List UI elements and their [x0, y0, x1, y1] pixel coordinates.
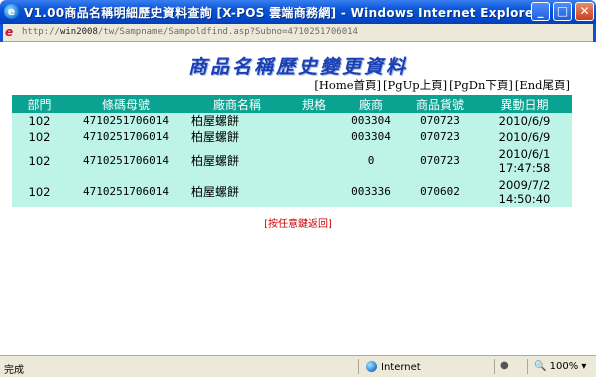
cell-date-time: 17:47:58	[498, 160, 551, 175]
cell-item: 070723	[403, 113, 477, 129]
zone-label: Internet	[381, 362, 421, 373]
url-prefix: http://	[22, 27, 60, 37]
cell-spec	[289, 176, 339, 207]
page-icon: e	[5, 25, 14, 39]
cell-dept: 102	[12, 176, 67, 207]
pagination-links: [Home首頁] [PgUp上頁] [PgDn下頁] [End尾頁]	[312, 77, 570, 93]
table-row: 102 4710251706014 柏屋螺餅 003336 070602 200…	[12, 176, 572, 207]
cell-item: 070602	[403, 176, 477, 207]
cell-barcode: 4710251706014	[67, 113, 185, 129]
back-link[interactable]: [按任意鍵返回]	[0, 215, 596, 230]
table-row: 102 4710251706014 柏屋螺餅 003304 070723 201…	[12, 113, 572, 129]
header-barcode: 條碼母號	[67, 95, 185, 113]
table-row: 102 4710251706014 柏屋螺餅 0 070723 2010/6/1…	[12, 145, 572, 176]
url-text[interactable]: http://win2008/tw/Sampname/Sampoldfind.a…	[22, 27, 358, 37]
cell-date: 2010/6/9	[477, 113, 572, 129]
cell-date-day: 2010/6/9	[498, 130, 551, 144]
header-item-no: 商品貨號	[403, 95, 477, 113]
cell-date-time: 14:50:40	[498, 191, 551, 206]
zoom-level: 100%	[549, 361, 579, 372]
cell-item: 070723	[403, 145, 477, 176]
history-table: 部門 條碼母號 廠商名稱 規格 廠商 商品貨號 異動日期 102 4710251…	[12, 95, 572, 207]
cell-barcode: 4710251706014	[67, 176, 185, 207]
cell-name: 柏屋螺餅	[185, 176, 289, 207]
window-title: V1.00商品名稱明細歷史資料查詢 [X-POS 雲端商務網] - Window…	[24, 6, 540, 20]
table-row: 102 4710251706014 柏屋螺餅 003304 070723 201…	[12, 129, 572, 145]
page-content: 商品名稱歷史變更資料 [Home首頁] [PgUp上頁] [PgDn下頁] [End尾…	[0, 42, 596, 355]
cell-spec	[289, 129, 339, 145]
zoom-control[interactable]: 🔍 100% ▾	[534, 361, 586, 372]
cell-date: 2009/7/2 14:50:40	[477, 176, 572, 207]
status-divider	[358, 359, 359, 374]
nav-home-link[interactable]: [Home首頁]	[314, 78, 381, 92]
protected-mode-icon[interactable]: ●	[500, 360, 509, 371]
cell-name: 柏屋螺餅	[185, 113, 289, 129]
header-change-date: 異動日期	[477, 95, 572, 113]
nav-pgdn-link[interactable]: [PgDn下頁]	[449, 78, 513, 92]
cell-vendor: 003336	[339, 176, 403, 207]
cell-date-day: 2010/6/9	[498, 114, 551, 128]
header-vendor: 廠商	[339, 95, 403, 113]
header-dept: 部門	[12, 95, 67, 113]
cell-vendor: 003304	[339, 129, 403, 145]
maximize-button[interactable]: □	[553, 2, 572, 21]
page-title: 商品名稱歷史變更資料	[187, 56, 408, 78]
cell-date: 2010/6/1 17:47:58	[477, 145, 572, 176]
url-host: win2008	[59, 27, 98, 37]
url-path: /tw/Sampname/Sampoldfind.asp?Subno=47102…	[97, 27, 358, 37]
status-divider	[527, 359, 528, 374]
cell-spec	[289, 145, 339, 176]
ie-icon: e	[4, 4, 19, 19]
cell-vendor: 003304	[339, 113, 403, 129]
cell-vendor: 0	[339, 145, 403, 176]
cell-date: 2010/6/9	[477, 129, 572, 145]
address-bar[interactable]: e http://win2008/tw/Sampname/Sampoldfind…	[0, 24, 596, 42]
cell-date-day: 2009/7/2	[498, 177, 551, 192]
cell-name: 柏屋螺餅	[185, 129, 289, 145]
header-vendor-name: 廠商名稱	[185, 95, 289, 113]
window-titlebar[interactable]: e V1.00商品名稱明細歷史資料查詢 [X-POS 雲端商務網] - Wind…	[0, 0, 596, 24]
nav-end-link[interactable]: [End尾頁]	[515, 78, 570, 92]
table-header-row: 部門 條碼母號 廠商名稱 規格 廠商 商品貨號 異動日期	[12, 95, 572, 113]
status-divider	[494, 359, 495, 374]
cell-spec	[289, 113, 339, 129]
header-spec: 規格	[289, 95, 339, 113]
cell-name: 柏屋螺餅	[185, 145, 289, 176]
cell-dept: 102	[12, 129, 67, 145]
minimize-button[interactable]: _	[531, 2, 550, 21]
cell-barcode: 4710251706014	[67, 129, 185, 145]
security-zone[interactable]: Internet	[366, 361, 421, 373]
status-text: 完成	[4, 365, 24, 376]
cell-dept: 102	[12, 145, 67, 176]
cell-item: 070723	[403, 129, 477, 145]
cell-dept: 102	[12, 113, 67, 129]
cell-date-day: 2010/6/1	[498, 146, 551, 161]
globe-icon	[366, 361, 377, 372]
close-button[interactable]: ✕	[575, 2, 594, 21]
status-bar: 完成 Internet ● 🔍 100% ▾	[0, 355, 596, 377]
nav-pgup-link[interactable]: [PgUp上頁]	[383, 78, 447, 92]
cell-barcode: 4710251706014	[67, 145, 185, 176]
